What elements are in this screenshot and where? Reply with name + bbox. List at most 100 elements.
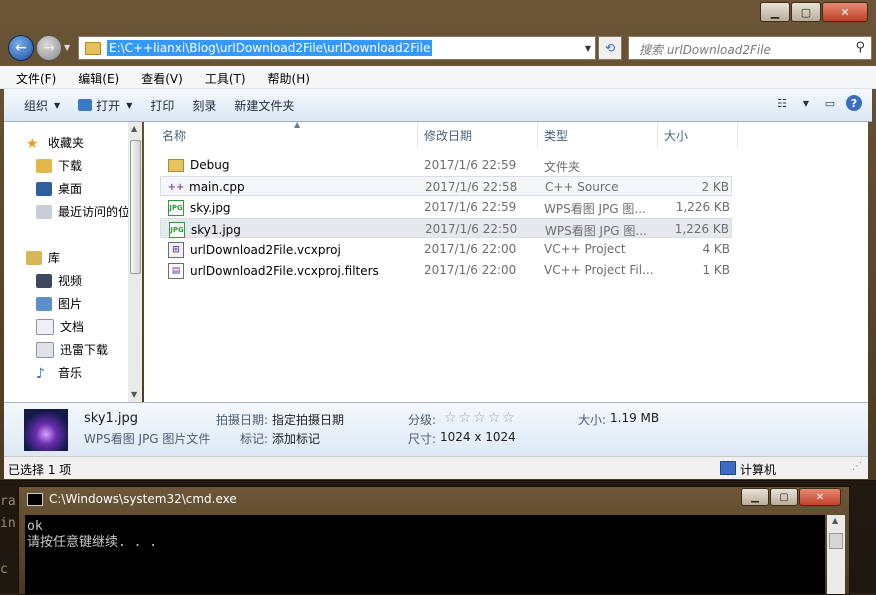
file-name-cell: JPG sky1.jpg — [169, 222, 241, 238]
file-name: sky.jpg — [190, 201, 231, 215]
pictures-icon — [36, 296, 52, 311]
cmd-minimize-button[interactable]: ▁ — [741, 488, 769, 506]
view-options-icon[interactable]: ☷ — [774, 95, 790, 111]
menu-tools[interactable]: 工具(T) — [191, 66, 254, 88]
rating-stars[interactable]: ☆☆☆☆☆ — [444, 410, 517, 426]
toolbar-right: ☷ ▼ ▭ ? — [766, 95, 862, 111]
file-name: sky1.jpg — [191, 223, 241, 237]
file-name: urlDownload2File.vcxproj — [190, 243, 341, 257]
file-date: 2017/1/6 22:59 — [424, 158, 517, 172]
nav-music[interactable]: ♪ 音乐 — [36, 364, 82, 382]
vcxproj-file-icon: ⊞ — [168, 242, 184, 258]
details-pane: sky1.jpg WPS看图 JPG 图片文件 拍摄日期: 指定拍摄日期 标记:… — [4, 402, 868, 457]
nav-pictures[interactable]: 图片 — [36, 295, 82, 312]
scroll-up-icon[interactable]: ▲ — [131, 124, 137, 133]
scrollbar-thumb[interactable] — [829, 533, 843, 549]
chevron-down-icon[interactable]: ▼ — [798, 95, 814, 111]
star-empty-icon[interactable]: ☆ — [444, 410, 459, 426]
organize-button[interactable]: 组织 ▼ — [24, 97, 60, 114]
menu-edit[interactable]: 编辑(E) — [64, 66, 127, 88]
open-button[interactable]: 打开 ▼ — [78, 97, 132, 114]
menu-help[interactable]: 帮助(H) — [254, 66, 318, 88]
navigation-pane: ★ 收藏夹 下载 桌面 最近访问的位 库 视频 图片 文档 迅雷下载 ♪ 音乐 ▲ … — [4, 122, 142, 402]
nav-recent[interactable]: 最近访问的位 — [36, 203, 130, 220]
nav-desktop[interactable]: 桌面 — [36, 180, 82, 197]
star-empty-icon[interactable]: ☆ — [488, 410, 503, 426]
console-output[interactable]: ok 请按任意键继续. . . — [25, 515, 825, 594]
search-icon[interactable]: ⚲ — [855, 40, 865, 55]
date-taken-value[interactable]: 指定拍摄日期 — [272, 411, 344, 428]
resize-grip-icon[interactable]: ⋰ — [852, 461, 866, 475]
column-header-date[interactable]: 修改日期 — [418, 122, 538, 148]
jpg-file-icon: JPG — [169, 222, 185, 238]
burn-button[interactable]: 刻录 — [192, 97, 216, 114]
selection-count: 已选择 1 项 — [8, 463, 72, 477]
cmd-window-controls: ▁ ▢ ✕ — [740, 488, 841, 506]
scrollbar-thumb[interactable] — [130, 140, 141, 274]
nav-videos[interactable]: 视频 — [36, 272, 82, 289]
filters-file-icon: ▤ — [168, 263, 184, 279]
column-header-name[interactable]: ▲ 名称 — [156, 120, 418, 148]
file-row[interactable]: ▤ urlDownload2File.vcxproj.filters 2017/1… — [160, 260, 732, 280]
star-empty-icon[interactable]: ☆ — [502, 410, 517, 426]
file-row[interactable]: Debug 2017/1/6 22:59 文件夹 — [160, 155, 732, 175]
nav-documents[interactable]: 文档 — [36, 318, 84, 335]
file-date: 2017/1/6 22:50 — [425, 222, 518, 236]
address-text[interactable]: E:\C++lianxi\Blog\urlDownload2File\urlDo… — [107, 40, 433, 56]
refresh-button[interactable]: ⟲ — [598, 36, 622, 60]
file-name-cell: ⊞ urlDownload2File.vcxproj — [168, 242, 341, 258]
print-button[interactable]: 打印 — [150, 97, 174, 114]
close-button[interactable]: ✕ — [822, 2, 868, 22]
nav-thunder[interactable]: 迅雷下载 — [36, 341, 108, 358]
preview-pane-icon[interactable]: ▭ — [822, 95, 838, 111]
file-row[interactable]: JPG sky.jpg 2017/1/6 22:59 WPS看图 JPG 图...… — [160, 197, 732, 217]
file-date: 2017/1/6 22:59 — [424, 200, 517, 214]
address-bar[interactable]: E:\C++lianxi\Blog\urlDownload2File\urlDo… — [78, 36, 596, 60]
open-label: 打开 — [96, 98, 121, 113]
file-size: 1,226 KB — [675, 200, 730, 214]
dimensions-label: 尺寸: — [408, 432, 437, 446]
forward-button[interactable]: → — [36, 35, 62, 61]
size-label: 大小: — [578, 413, 607, 427]
nav-downloads-label: 下载 — [58, 159, 83, 173]
nav-downloads[interactable]: 下载 — [36, 157, 82, 174]
file-row-selected[interactable]: JPG sky1.jpg 2017/1/6 22:50 WPS看图 JPG 图..… — [160, 218, 732, 238]
help-icon[interactable]: ? — [846, 95, 862, 111]
maximize-button[interactable]: ▢ — [791, 2, 821, 22]
column-header-type[interactable]: 类型 — [538, 122, 658, 148]
chevron-down-icon[interactable]: ▼ — [585, 44, 591, 53]
file-size: 1 KB — [702, 263, 730, 277]
column-header-size[interactable]: 大小 — [658, 122, 738, 148]
nav-scrollbar[interactable]: ▲ ▼ — [128, 122, 142, 402]
cmd-maximize-button[interactable]: ▢ — [770, 488, 798, 506]
file-row[interactable]: ++ main.cpp 2017/1/6 22:58 C++ Source 2 K… — [160, 176, 732, 196]
nav-libraries[interactable]: 库 — [26, 249, 60, 266]
menu-file[interactable]: 文件(F) — [0, 66, 64, 88]
videos-icon — [36, 273, 52, 288]
nav-pictures-label: 图片 — [58, 297, 83, 311]
new-folder-button[interactable]: 新建文件夹 — [234, 97, 294, 114]
cmd-close-button[interactable]: ✕ — [799, 488, 841, 506]
cmd-scrollbar[interactable]: ▲ — [827, 515, 845, 594]
scroll-up-icon[interactable]: ▲ — [832, 516, 838, 525]
recent-pages-dropdown[interactable]: ▼ — [64, 43, 70, 52]
file-name: urlDownload2File.vcxproj.filters — [190, 264, 379, 278]
search-input[interactable]: 搜索 urlDownload2File ⚲ — [628, 36, 872, 60]
cmd-title: C:\Windows\system32\cmd.exe — [49, 492, 237, 506]
rating-label: 分级: — [408, 413, 437, 427]
nav-favorites[interactable]: ★ 收藏夹 — [26, 134, 85, 152]
scroll-down-icon[interactable]: ▼ — [131, 390, 137, 399]
star-empty-icon[interactable]: ☆ — [473, 410, 488, 426]
menu-bar: 文件(F) 编辑(E) 查看(V) 工具(T) 帮助(H) — [0, 66, 876, 89]
nav-favorites-label: 收藏夹 — [48, 136, 85, 150]
bg-text-fragment: ra — [0, 494, 16, 509]
menu-view[interactable]: 查看(V) — [127, 66, 191, 88]
tags-value[interactable]: 添加标记 — [272, 430, 320, 447]
file-name-cell: Debug — [168, 158, 229, 172]
explorer-window: ▁ ▢ ✕ ← → ▼ E:\C++lianxi\Blog\urlDownloa… — [0, 0, 876, 481]
back-button[interactable]: ← — [8, 35, 34, 61]
file-size: 2 KB — [701, 180, 729, 194]
minimize-button[interactable]: ▁ — [760, 2, 790, 22]
file-row[interactable]: ⊞ urlDownload2File.vcxproj 2017/1/6 22:00… — [160, 239, 732, 259]
star-empty-icon[interactable]: ☆ — [459, 410, 474, 426]
